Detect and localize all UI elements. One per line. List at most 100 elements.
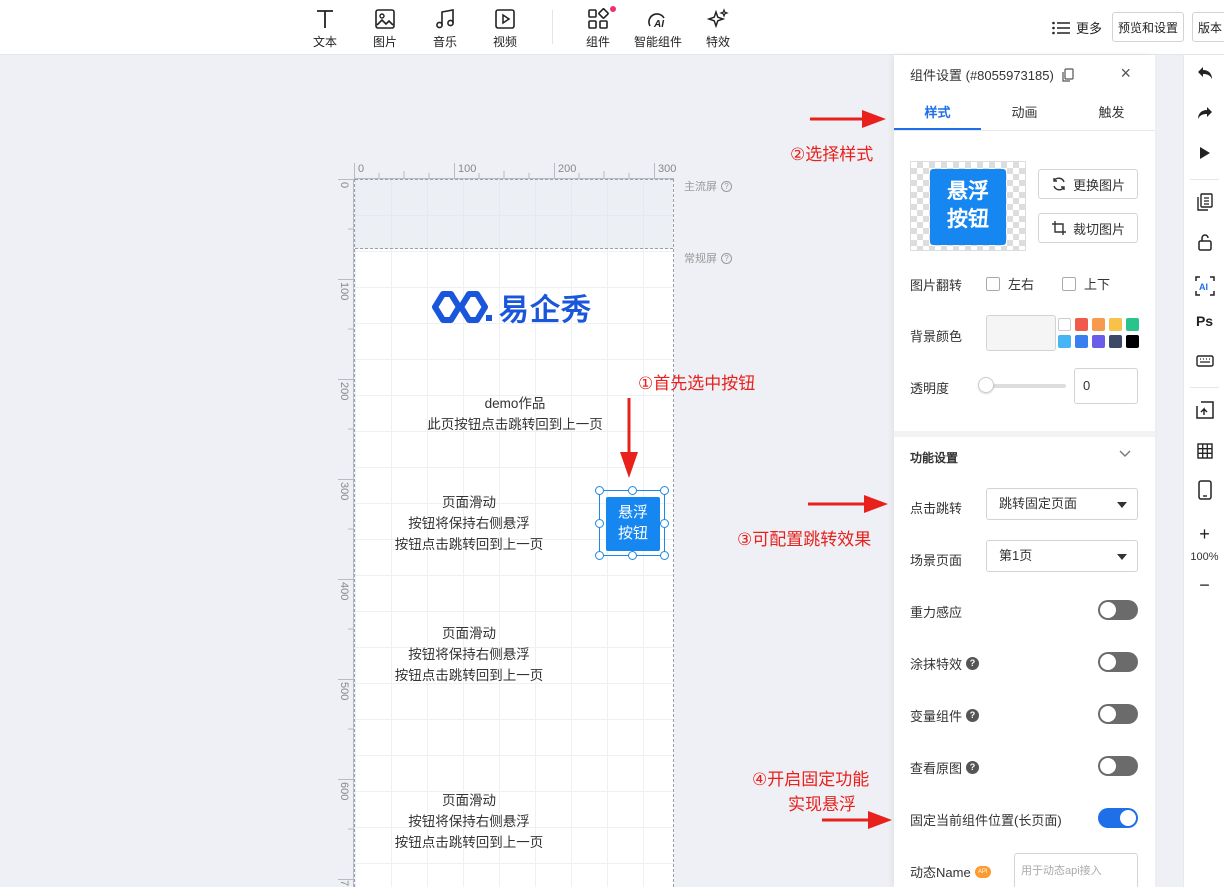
- panel-header: 组件设置 (#8055973185): [910, 65, 1074, 84]
- resize-handle[interactable]: [628, 551, 637, 560]
- resize-handle[interactable]: [660, 486, 669, 495]
- canvas-text-block[interactable]: 页面滑动 按钮将保持右侧悬浮 按钮点击跳转回到上一页: [355, 790, 629, 853]
- lock-icon[interactable]: [1184, 231, 1224, 253]
- components-tool[interactable]: 组件: [570, 6, 626, 50]
- color-swatch[interactable]: [1075, 335, 1088, 348]
- resize-handle[interactable]: [595, 519, 604, 528]
- original-toggle[interactable]: [1098, 756, 1138, 776]
- toggle-knob: [1100, 706, 1116, 722]
- float-button[interactable]: 悬浮 按钮: [606, 497, 660, 551]
- photoshop-icon[interactable]: Ps: [1184, 310, 1224, 332]
- scene-page-select[interactable]: 第1页: [986, 540, 1138, 572]
- selected-float-button[interactable]: 悬浮 按钮: [595, 486, 669, 560]
- color-swatch[interactable]: [1092, 318, 1105, 331]
- ai-tool-icon[interactable]: AI: [1184, 275, 1224, 297]
- help-icon[interactable]: ?: [966, 761, 980, 774]
- replace-image-button[interactable]: 更换图片: [1038, 169, 1138, 199]
- crop-image-button[interactable]: 裁切图片: [1038, 213, 1138, 243]
- color-swatch[interactable]: [1092, 335, 1105, 348]
- opacity-input[interactable]: 0: [1074, 368, 1138, 404]
- gravity-toggle[interactable]: [1098, 600, 1138, 620]
- canvas-text-block[interactable]: 页面滑动 按钮将保持右侧悬浮 按钮点击跳转回到上一页: [355, 492, 629, 555]
- color-swatch[interactable]: [1126, 335, 1139, 348]
- redo-icon[interactable]: [1184, 102, 1224, 124]
- tab-style[interactable]: 样式: [894, 97, 981, 130]
- text-line: 页面滑动: [442, 793, 496, 808]
- undo-icon[interactable]: [1184, 62, 1224, 84]
- text-icon: [297, 6, 353, 32]
- variable-toggle[interactable]: [1098, 704, 1138, 724]
- resize-handle[interactable]: [595, 551, 604, 560]
- text-line: 按钮将保持右侧悬浮: [408, 647, 530, 662]
- bg-color-picker[interactable]: [986, 315, 1056, 351]
- resize-handle[interactable]: [595, 486, 604, 495]
- music-tool[interactable]: 音乐: [417, 6, 473, 50]
- main-flow-area: [355, 179, 673, 249]
- resize-handle[interactable]: [660, 519, 669, 528]
- pages-icon[interactable]: [1184, 191, 1224, 213]
- copy-icon[interactable]: [1062, 67, 1074, 82]
- grid-icon[interactable]: [1184, 440, 1224, 462]
- video-icon: [477, 6, 533, 32]
- import-icon[interactable]: [1184, 399, 1224, 421]
- color-swatch[interactable]: [1058, 335, 1071, 348]
- annotation-step1: ①首先选中按钮: [638, 374, 756, 393]
- effects-icon: [690, 6, 746, 32]
- text-tool[interactable]: 文本: [297, 6, 353, 50]
- more-menu[interactable]: 更多: [1052, 18, 1102, 37]
- music-tool-label: 音乐: [432, 35, 457, 49]
- smear-toggle[interactable]: [1098, 652, 1138, 672]
- zoom-out-icon[interactable]: −: [1184, 574, 1224, 596]
- zoom-in-icon[interactable]: +: [1184, 523, 1224, 545]
- canvas-text-block[interactable]: 页面滑动 按钮将保持右侧悬浮 按钮点击跳转回到上一页: [355, 623, 629, 686]
- color-swatch[interactable]: [1109, 335, 1122, 348]
- resize-handle[interactable]: [628, 486, 637, 495]
- opacity-slider-thumb[interactable]: [978, 377, 994, 393]
- checkbox-box[interactable]: [986, 276, 1000, 291]
- tab-trigger[interactable]: 触发: [1068, 97, 1155, 130]
- flip-lr-label: 左右: [1008, 277, 1035, 292]
- ruler-top: 0 100 200 300: [354, 163, 676, 179]
- flip-ud-checkbox[interactable]: 上下: [1062, 274, 1110, 293]
- click-jump-select[interactable]: 跳转固定页面: [986, 488, 1138, 520]
- text-line: 按钮点击跳转回到上一页: [394, 835, 544, 850]
- image-tool[interactable]: 图片: [357, 6, 413, 50]
- help-icon[interactable]: ?: [966, 657, 980, 670]
- opacity-slider-track[interactable]: [984, 384, 1066, 388]
- color-swatch[interactable]: [1109, 318, 1122, 331]
- help-icon[interactable]: ?: [966, 709, 980, 722]
- flip-label: 图片翻转: [910, 278, 963, 293]
- fixed-position-toggle[interactable]: [1098, 808, 1138, 828]
- preview-line: 按钮: [947, 208, 989, 231]
- text-line: 按钮点击跳转回到上一页: [394, 537, 544, 552]
- notification-dot: [610, 6, 616, 12]
- flip-lr-checkbox[interactable]: 左右: [986, 274, 1034, 293]
- ai-components-tool[interactable]: AI 智能组件: [630, 6, 686, 50]
- video-tool[interactable]: 视频: [477, 6, 533, 50]
- resize-handle[interactable]: [660, 551, 669, 560]
- design-canvas[interactable]: 易企秀 demo作品 此页按钮点击跳转回到上一页 页面滑动 按钮将保持右侧悬浮 …: [354, 179, 674, 887]
- color-swatch[interactable]: [1058, 318, 1071, 331]
- image-preview: 悬浮 按钮: [910, 161, 1026, 251]
- tab-animation[interactable]: 动画: [981, 97, 1068, 130]
- help-icon[interactable]: ?: [721, 252, 732, 264]
- help-icon[interactable]: ?: [721, 180, 732, 192]
- scene-page-label: 场景页面: [910, 553, 963, 568]
- phone-preview-icon[interactable]: [1184, 479, 1224, 501]
- arrow-right-icon: [810, 110, 886, 128]
- image-icon: [357, 6, 413, 32]
- brand-logo[interactable]: 易企秀: [429, 285, 592, 329]
- effects-tool[interactable]: 特效: [690, 6, 746, 50]
- checkbox-box[interactable]: [1062, 276, 1076, 291]
- chevron-down-icon[interactable]: [1119, 447, 1131, 461]
- color-swatch[interactable]: [1075, 318, 1088, 331]
- preview-settings-button[interactable]: 预览和设置: [1112, 12, 1184, 42]
- color-swatch[interactable]: [1126, 318, 1139, 331]
- version-button[interactable]: 版本: [1192, 12, 1224, 42]
- fixed-position-label: 固定当前组件位置(长页面): [910, 813, 1062, 828]
- play-icon[interactable]: [1184, 142, 1224, 164]
- annotation-step2: ②选择样式: [790, 145, 874, 164]
- keyboard-icon[interactable]: [1184, 350, 1224, 372]
- close-icon[interactable]: ×: [1120, 63, 1131, 84]
- dynamic-name-input[interactable]: 用于动态api接入: [1014, 853, 1138, 887]
